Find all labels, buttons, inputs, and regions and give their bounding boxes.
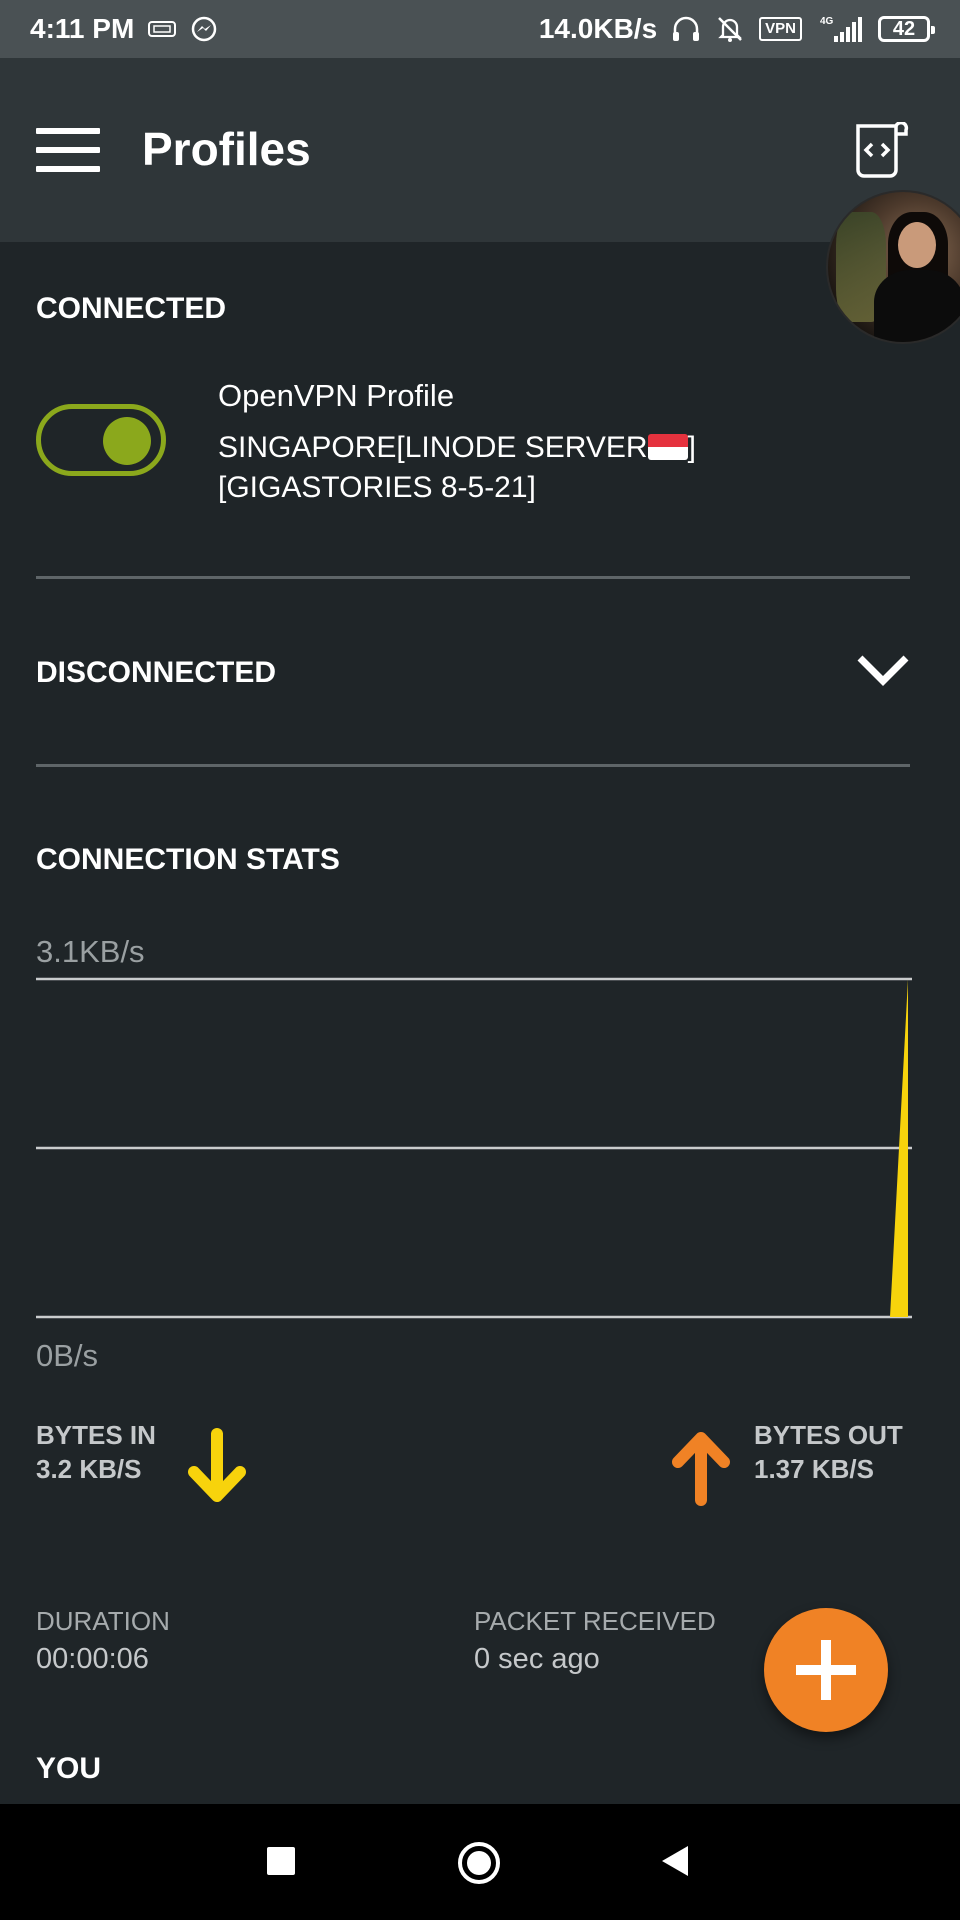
you-header: YOU: [36, 1752, 102, 1785]
singapore-flag-icon: [647, 434, 688, 460]
connection-toggle[interactable]: [36, 404, 166, 476]
server-tag: [GIGASTORIES 8-5-21]: [218, 471, 536, 504]
signal-icon: 4G: [816, 14, 864, 44]
svg-text:4G: 4G: [820, 16, 834, 27]
toggle-knob: [103, 417, 151, 465]
packet-received-value: 0 sec ago: [474, 1643, 600, 1675]
divider: [36, 576, 910, 579]
bytes-in-value: 3.2 KB/S: [36, 1454, 142, 1484]
packet-received-label: PACKET RECEIVED: [474, 1606, 716, 1636]
back-button[interactable]: [660, 1844, 690, 1878]
system-nav-bar: [0, 1804, 960, 1920]
status-bar-right: 14.0KB/s VPN 4G 42: [538, 13, 935, 45]
messenger-icon: [190, 15, 218, 43]
headset-icon: [671, 15, 701, 43]
stats-header: CONNECTION STATS: [36, 843, 340, 876]
vpn-icon: VPN: [759, 17, 802, 41]
bytes-in-label: BYTES IN: [36, 1420, 156, 1450]
add-profile-button[interactable]: [764, 1608, 888, 1732]
server-name-end: ]: [687, 431, 696, 464]
status-bar-left: 4:11 PM: [30, 13, 218, 45]
duration-value: 00:00:06: [36, 1643, 149, 1675]
log-scroll-icon[interactable]: [848, 120, 912, 180]
status-bar: 4:11 PM 14.0KB/s VPN 4G 42: [0, 0, 960, 58]
duration-label: DURATION: [36, 1606, 170, 1636]
traffic-chart: [36, 977, 912, 1319]
arrow-up-icon: [672, 1432, 730, 1506]
divider: [36, 764, 910, 767]
bytes-out-label: BYTES OUT: [754, 1420, 903, 1450]
notifications-off-icon: [715, 14, 745, 44]
server-name: SINGAPORE[LINODE SERVER: [218, 431, 648, 464]
connected-header: CONNECTED: [36, 292, 227, 325]
home-button[interactable]: [456, 1840, 502, 1886]
recents-button[interactable]: [266, 1846, 296, 1876]
arrow-down-icon: [188, 1428, 246, 1502]
profile-name[interactable]: OpenVPN Profile: [218, 378, 454, 414]
page-title: Profiles: [142, 123, 311, 175]
chart-y-max-label: 3.1KB/s: [36, 934, 145, 969]
avatar[interactable]: [826, 190, 960, 344]
disconnected-header[interactable]: DISCONNECTED: [36, 656, 276, 690]
bytes-out-value: 1.37 KB/S: [754, 1454, 874, 1484]
sim-card-icon: [148, 20, 177, 38]
chevron-down-icon[interactable]: [854, 650, 912, 690]
network-speed: 14.0KB/s: [538, 13, 658, 44]
app-bar: Profiles: [0, 58, 960, 242]
menu-icon[interactable]: [36, 128, 100, 172]
battery-icon: 42: [878, 16, 935, 42]
profile-server[interactable]: SINGAPORE[LINODE SERVER] [GIGASTORIES 8-…: [218, 428, 738, 508]
status-time: 4:11 PM: [30, 13, 135, 44]
chart-y-min-label: 0B/s: [36, 1338, 99, 1373]
